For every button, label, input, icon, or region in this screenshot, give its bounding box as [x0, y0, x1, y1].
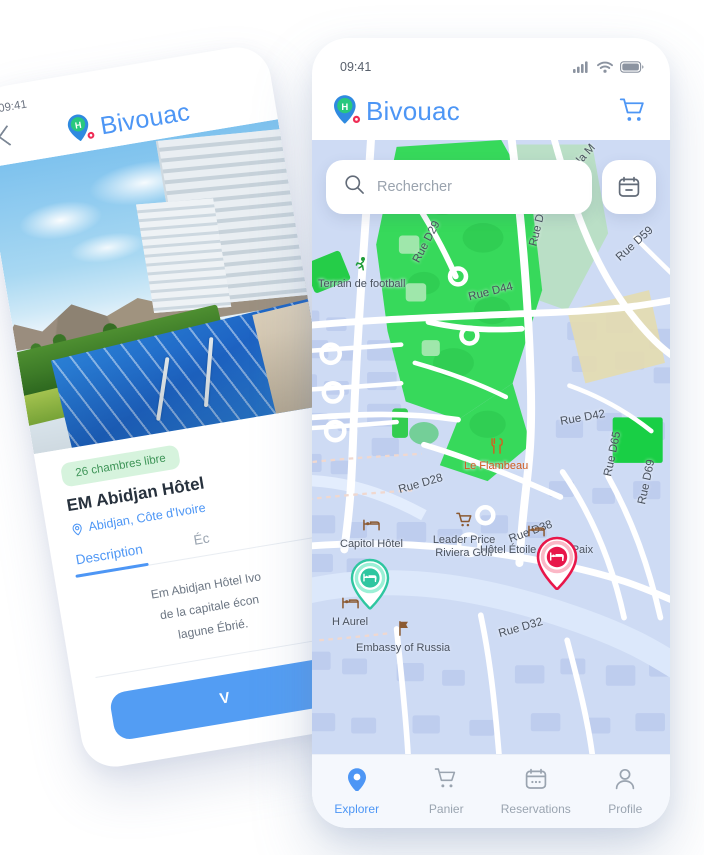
signal-icon [573, 61, 588, 73]
chevron-left-icon[interactable] [0, 124, 19, 146]
mockup-stage: 09:41 H Bivouac 26 chambres libre EM Abi… [0, 0, 704, 855]
running-icon [354, 256, 370, 277]
svg-text:H: H [74, 120, 82, 131]
status-time: 09:41 [0, 98, 28, 116]
map-pin-icon [72, 523, 82, 535]
shopping-cart-icon[interactable] [618, 96, 648, 126]
poi-label: Capitol Hôtel [340, 538, 403, 550]
search-input[interactable] [377, 179, 574, 195]
marker-h-aurel[interactable] [348, 558, 392, 610]
map-pin-icon [346, 767, 368, 796]
calendar-icon [524, 767, 548, 796]
status-time: 09:41 [340, 60, 372, 74]
nav-label: Explorer [334, 802, 380, 816]
calendar-icon[interactable] [602, 160, 656, 214]
nav-item-explorer[interactable]: Explorer [312, 767, 402, 816]
svg-text:H: H [341, 102, 348, 113]
search-row [326, 160, 656, 214]
brand-logo: H Bivouac [332, 94, 460, 128]
user-icon [613, 767, 637, 796]
map-explore-phone: 09:41 H Bivouac Rechercher Rue D29 Rue D… [312, 38, 670, 828]
tab-equipements[interactable]: Éc [193, 530, 211, 547]
hotel-hero-image [0, 119, 326, 455]
flag-icon [396, 620, 411, 641]
poi-label: Terrain de football [318, 278, 406, 290]
nav-item-reservations[interactable]: Reservations [491, 767, 581, 816]
wifi-icon [597, 61, 613, 73]
marker-hotel-etoile-de-la-paix[interactable] [534, 536, 578, 591]
map-canvas[interactable]: Rue D29 Rue D33 Rue D44 Rue D59 Rue D42 … [312, 140, 670, 754]
poi-label: Le Flambeau [464, 460, 529, 472]
nav-label: Panier [428, 802, 464, 816]
shopping-cart-icon [434, 767, 458, 796]
brand-name: Bivouac [98, 97, 192, 140]
search-icon [344, 174, 365, 200]
bivouac-pin-icon: H [64, 111, 99, 149]
app-bar: H Bivouac [312, 82, 670, 140]
nav-item-panier[interactable]: Panier [402, 767, 492, 816]
status-bar-front: 09:41 [312, 38, 670, 82]
nav-label: Profile [608, 802, 643, 816]
photo-overlay [0, 119, 326, 455]
reserve-button[interactable]: V [108, 656, 342, 741]
poi-le-flambeau[interactable]: Le Flambeau [464, 438, 528, 473]
poi-capitol-hotel[interactable]: Capitol Hôtel [340, 518, 403, 551]
bed-icon [363, 518, 380, 537]
search-bar[interactable] [326, 160, 592, 214]
poi-terrain-de-football[interactable]: Terrain de football [318, 256, 405, 291]
brand-name: Bivouac [366, 95, 460, 126]
nav-item-profile[interactable]: Profile [581, 767, 671, 816]
restaurant-icon [489, 438, 504, 459]
nav-label: Reservations [500, 802, 571, 816]
tab-description[interactable]: Description [75, 542, 144, 568]
poi-label: Embassy of Russia [356, 642, 451, 654]
cart-icon [455, 512, 473, 533]
battery-icon [620, 61, 644, 73]
bottom-navigation: Explorer Panier Reservations Profile [312, 754, 670, 828]
bivouac-pin-icon: H [332, 94, 362, 128]
poi-embassy-of-russia[interactable]: Embassy of Russia [356, 620, 450, 655]
status-icons [573, 61, 644, 73]
